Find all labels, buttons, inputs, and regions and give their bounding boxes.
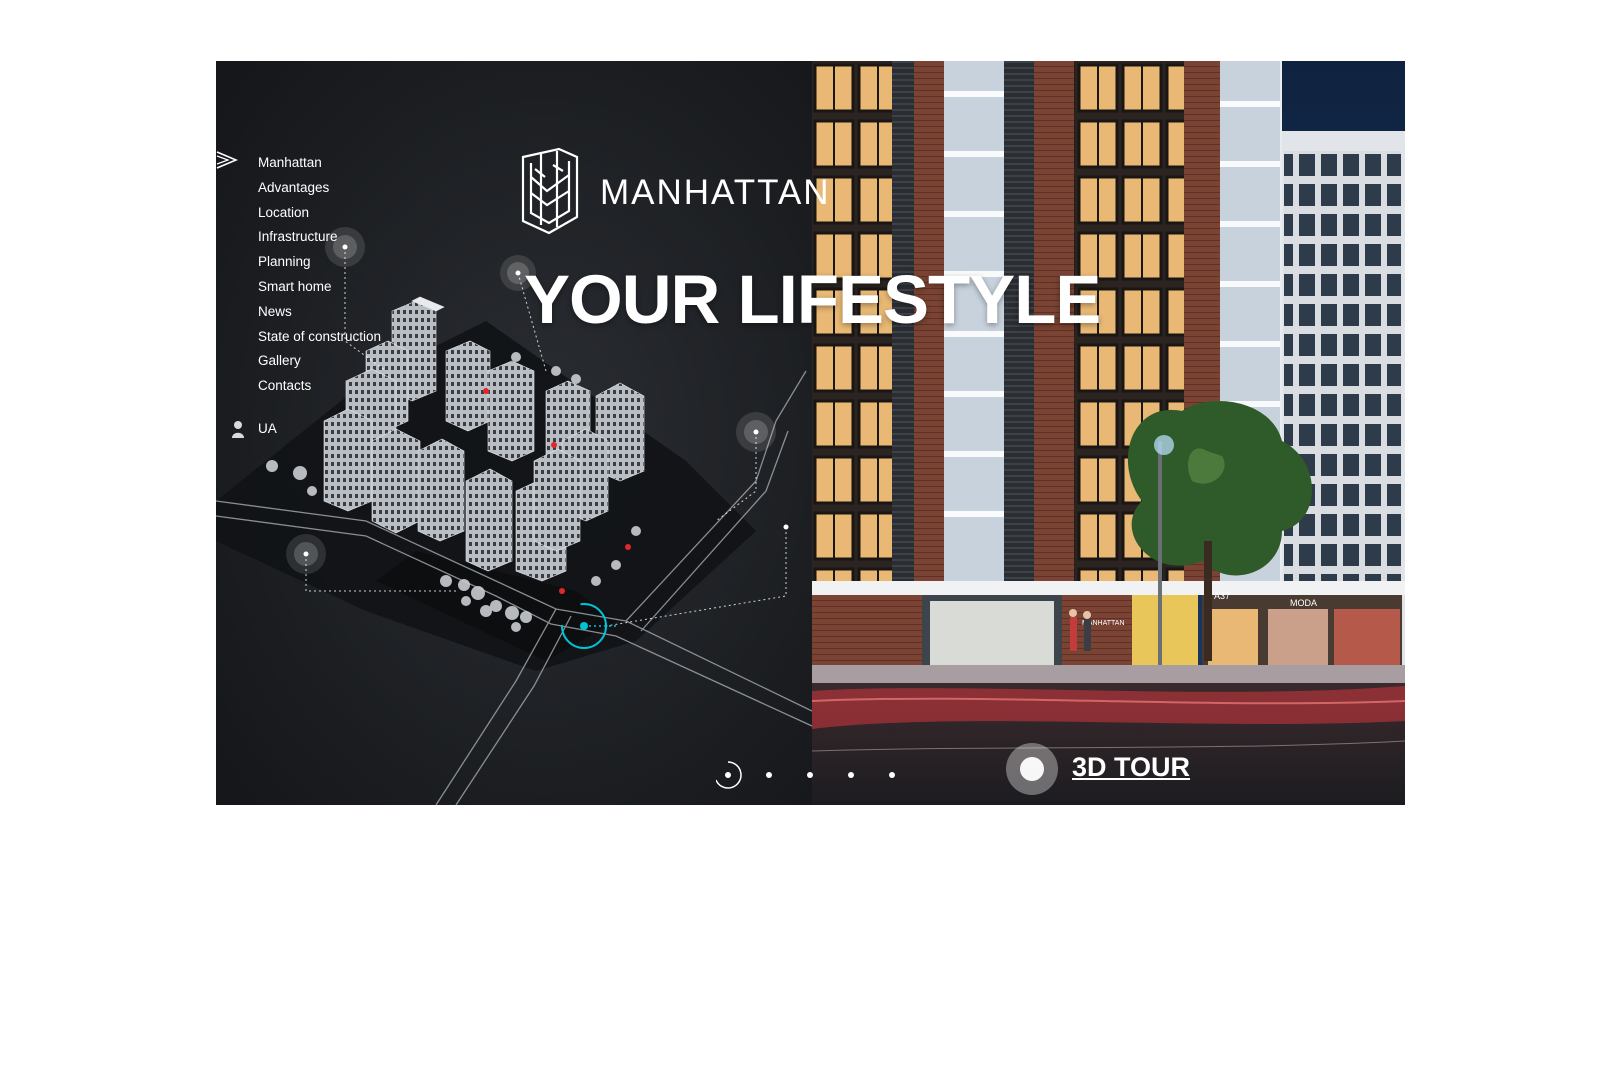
nav-item-smart-home[interactable]: Smart home [258, 275, 381, 300]
nav-item-manhattan[interactable]: Manhattan [258, 151, 381, 176]
slider-dot[interactable] [807, 772, 813, 778]
nav-item-infrastructure[interactable]: Infrastructure [258, 225, 381, 250]
language-icon[interactable] [230, 418, 246, 440]
shop-sign: A37 [1214, 591, 1230, 601]
slider-dot[interactable] [716, 761, 742, 789]
slider-dot[interactable] [766, 772, 772, 778]
hero-headline: YOUR LIFESTYLE [524, 261, 1101, 338]
nav-item-news[interactable]: News [258, 300, 381, 325]
3d-tour-link[interactable]: 3D TOUR [1072, 752, 1190, 783]
nav-item-state-of-construction[interactable]: State of construction [258, 325, 381, 350]
building-photo: MANHATTAN A37 MODA [812, 61, 1405, 805]
slider-dot[interactable] [889, 772, 895, 778]
slider-dot[interactable] [848, 772, 854, 778]
nav-item-location[interactable]: Location [258, 201, 381, 226]
nav-item-gallery[interactable]: Gallery [258, 349, 381, 374]
hero-banner: MANHATTAN A37 MODA Manhattan Advantages … [216, 61, 1405, 805]
language-switch[interactable]: UA [258, 421, 277, 436]
nav-item-planning[interactable]: Planning [258, 250, 381, 275]
menu-arrow-icon[interactable] [216, 148, 238, 172]
shop-sign: MODA [1290, 598, 1317, 608]
nav-item-advantages[interactable]: Advantages [258, 176, 381, 201]
main-navigation: Manhattan Advantages Location Infrastruc… [258, 151, 381, 399]
nav-item-contacts[interactable]: Contacts [258, 374, 381, 399]
logo-mark-icon[interactable] [519, 147, 581, 235]
brand-name[interactable]: MANHATTAN [600, 173, 831, 213]
tour-icon[interactable] [1006, 743, 1058, 795]
slider-pagination [716, 761, 895, 789]
